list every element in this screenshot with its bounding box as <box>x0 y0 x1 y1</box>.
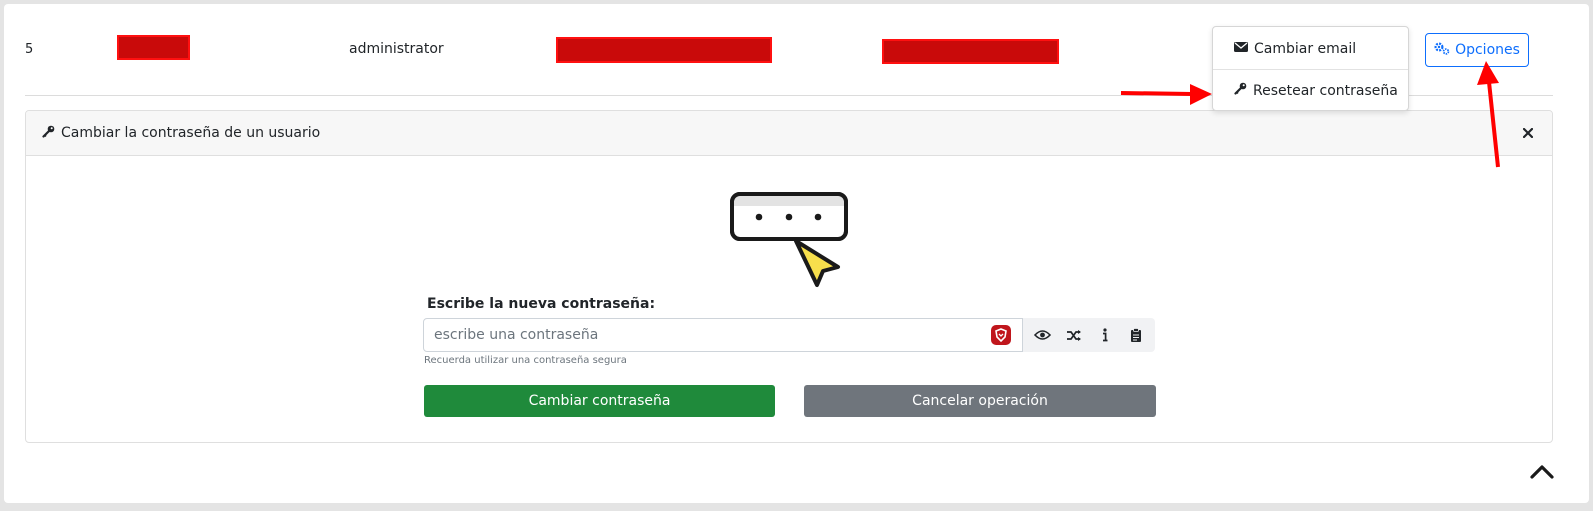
password-input[interactable] <box>424 319 974 351</box>
eye-icon[interactable] <box>1030 322 1056 348</box>
user-table-card: 5 administrator Cambiar email Resetear c… <box>4 4 1589 503</box>
panel-header: Cambiar la contraseña de un usuario <box>26 111 1552 156</box>
gears-icon <box>1434 41 1451 59</box>
menu-item-reset-password[interactable]: Resetear contraseña <box>1213 70 1408 111</box>
key-icon <box>1234 82 1247 99</box>
password-tools <box>1023 318 1155 352</box>
cancel-operation-button[interactable]: Cancelar operación <box>804 385 1156 417</box>
row-id: 5 <box>25 42 34 57</box>
menu-item-label: Cambiar email <box>1254 40 1357 57</box>
shuffle-icon[interactable] <box>1061 322 1087 348</box>
key-icon <box>42 125 55 142</box>
password-field-illustration-icon <box>729 191 851 295</box>
envelope-icon <box>1234 41 1248 57</box>
change-password-panel: Cambiar la contraseña de un usuario Escr… <box>25 110 1553 443</box>
password-help-text: Recuerda utilizar una contraseña segura <box>424 355 627 366</box>
chevron-up-icon[interactable] <box>1528 462 1556 486</box>
change-password-button[interactable]: Cambiar contraseña <box>424 385 775 417</box>
options-dropdown-menu: Cambiar email Resetear contraseña <box>1212 26 1409 111</box>
redacted-email <box>556 37 772 63</box>
clipboard-icon[interactable] <box>1123 322 1149 348</box>
menu-item-change-email[interactable]: Cambiar email <box>1213 28 1408 69</box>
row-role: administrator <box>349 41 444 57</box>
menu-item-label: Resetear contraseña <box>1253 82 1398 99</box>
password-input-wrapper <box>423 318 1023 352</box>
new-password-label: Escribe la nueva contraseña: <box>427 296 656 312</box>
options-button-label: Opciones <box>1455 42 1520 58</box>
redacted-username <box>117 35 190 60</box>
redacted-field <box>882 39 1059 64</box>
options-button[interactable]: Opciones <box>1425 33 1529 67</box>
info-icon[interactable] <box>1092 322 1118 348</box>
close-icon[interactable] <box>1518 123 1538 143</box>
brave-shield-icon[interactable] <box>991 325 1011 345</box>
panel-title: Cambiar la contraseña de un usuario <box>61 125 321 141</box>
